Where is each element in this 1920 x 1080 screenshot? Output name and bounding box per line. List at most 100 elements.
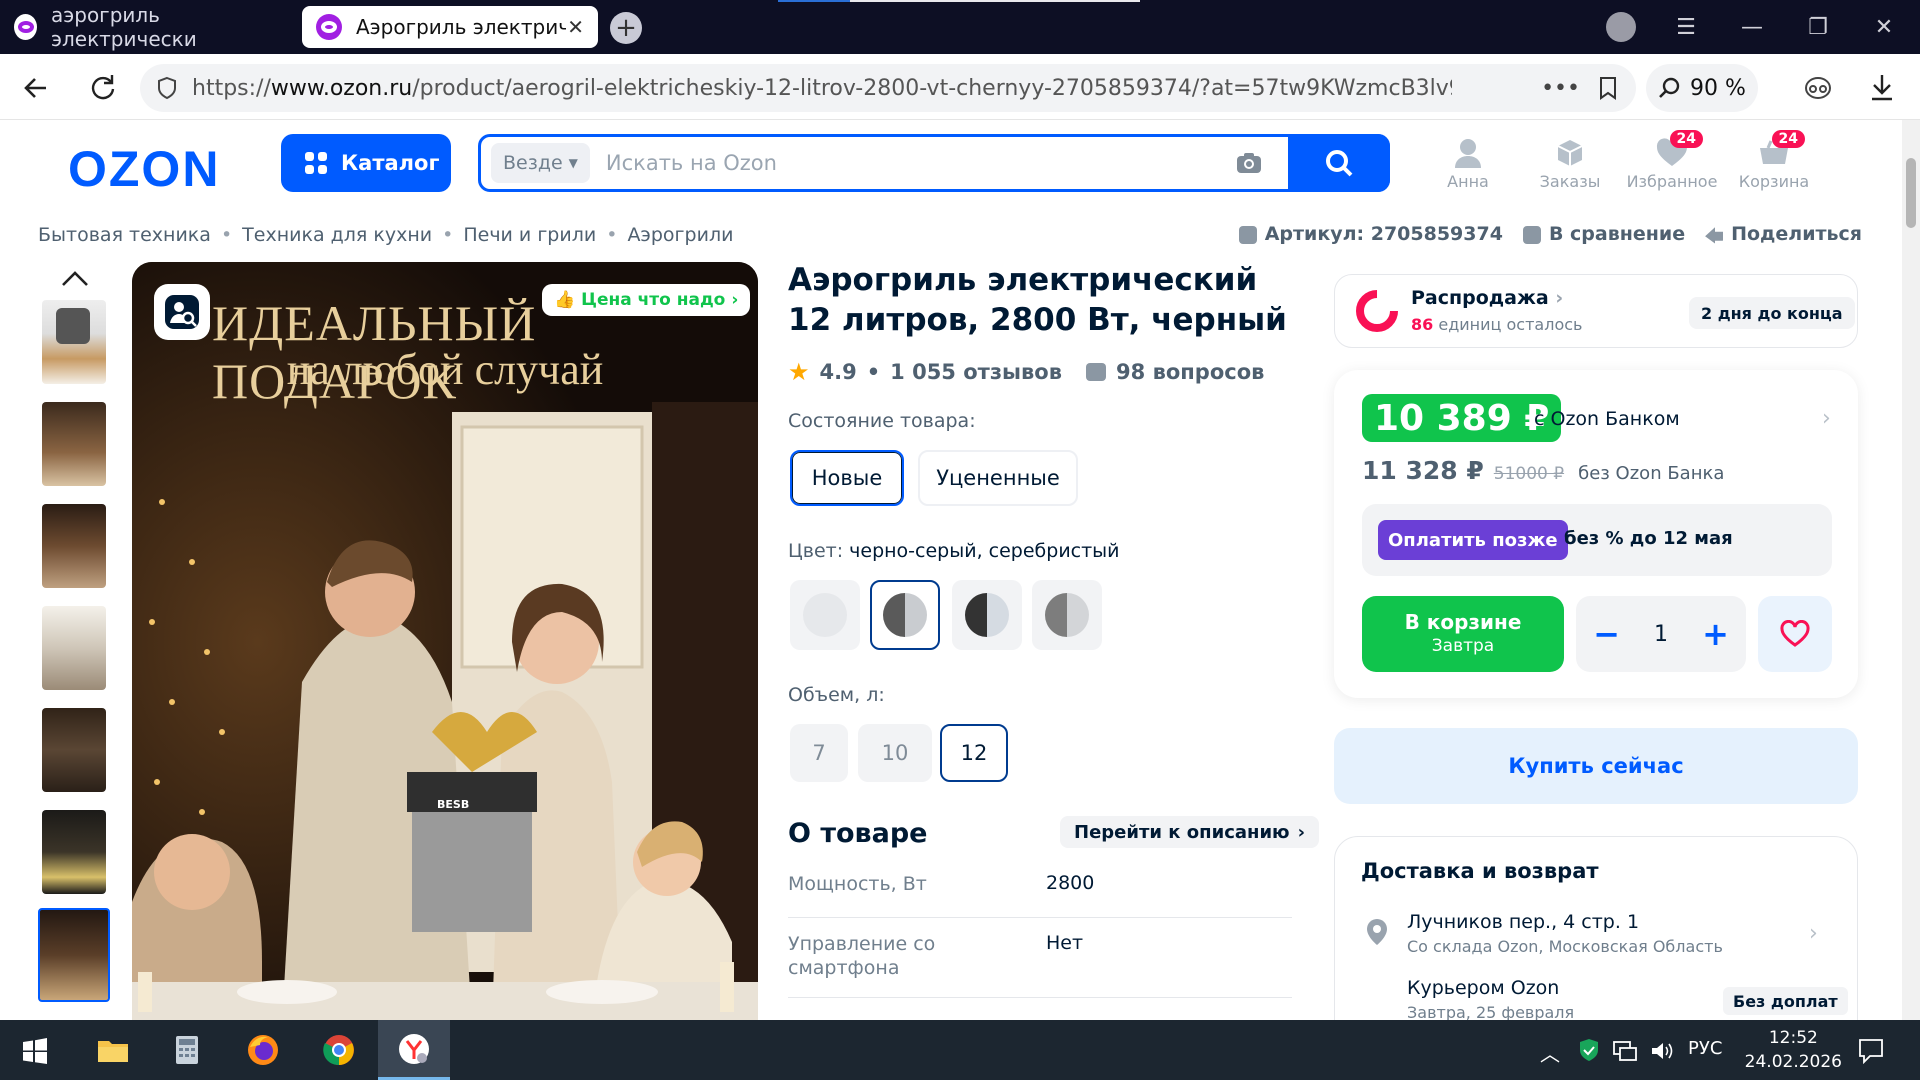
- volume-option-12-selected[interactable]: 12: [940, 724, 1008, 782]
- ozon-logo[interactable]: OZON: [68, 140, 220, 198]
- url-field[interactable]: https://www.ozon.ru/product/aerogril-ele…: [140, 64, 1636, 112]
- product-title: Аэрогриль электрический 12 литров, 2800 …: [788, 262, 1287, 338]
- chevron-right-icon[interactable]: ›: [1809, 921, 1818, 946]
- windows-start-icon[interactable]: [22, 1038, 48, 1064]
- gallery-thumbnail-1[interactable]: [42, 300, 106, 384]
- color-swatch-2-selected[interactable]: [870, 580, 940, 650]
- camera-icon[interactable]: [1235, 151, 1263, 175]
- pay-later-button[interactable]: Оплатить позже: [1378, 520, 1568, 560]
- nav-favorites[interactable]: 24 Избранное: [1622, 130, 1722, 191]
- bookmark-icon[interactable]: [1598, 76, 1618, 100]
- zoom-indicator[interactable]: 90 %: [1646, 64, 1758, 112]
- catalog-button[interactable]: Каталог: [281, 134, 451, 192]
- volume-label: Объем, л:: [788, 684, 885, 706]
- swatch-color: [1045, 593, 1089, 637]
- taskbar-chrome[interactable]: [304, 1020, 374, 1080]
- input-language[interactable]: РУС: [1688, 1038, 1722, 1059]
- reviews-link[interactable]: 1 055 отзывов: [890, 360, 1062, 384]
- pay-later-row[interactable]: Оплатить позже без % до 12 мая: [1362, 504, 1832, 576]
- security-shield-icon[interactable]: [1578, 1038, 1600, 1062]
- breadcrumb-item[interactable]: Печи и грили: [463, 224, 596, 246]
- thumbs-up-chevron-icon[interactable]: [60, 264, 90, 294]
- delivery-address[interactable]: Лучников пер., 4 стр. 1: [1407, 911, 1639, 933]
- download-icon[interactable]: [1868, 72, 1896, 102]
- vpn-icon[interactable]: [1802, 74, 1834, 102]
- spec-value: Нет: [1046, 932, 1084, 954]
- article-number[interactable]: Артикул: 2705859374: [1238, 223, 1503, 245]
- color-swatch-4[interactable]: [1032, 580, 1102, 650]
- courier-option[interactable]: Курьером Ozon: [1407, 977, 1559, 999]
- volume-option-10[interactable]: 10: [858, 724, 932, 782]
- more-options-icon[interactable]: •••: [1541, 76, 1580, 101]
- color-swatch-3[interactable]: [952, 580, 1022, 650]
- folder-icon: [98, 1041, 128, 1062]
- breadcrumb-item[interactable]: Техника для кухни: [242, 224, 432, 246]
- old-price: 51000 ₽: [1493, 464, 1565, 484]
- good-price-tag[interactable]: 👍 Цена что надо ›: [542, 284, 751, 316]
- chevron-right-icon[interactable]: ›: [1822, 406, 1831, 431]
- page-scrollbar[interactable]: [1902, 120, 1920, 1020]
- plus-icon[interactable]: +: [1702, 615, 1729, 653]
- condition-option-new[interactable]: Новые: [790, 450, 904, 506]
- reload-icon[interactable]: [88, 72, 118, 102]
- volume-option-7[interactable]: 7: [790, 724, 848, 782]
- new-tab-button[interactable]: +: [610, 12, 642, 44]
- zoom-level: 90 %: [1690, 75, 1746, 101]
- gallery-thumbnail-2[interactable]: [42, 402, 106, 486]
- notifications-icon[interactable]: [1858, 1038, 1884, 1064]
- close-window-icon[interactable]: ✕: [1864, 10, 1904, 44]
- share-button[interactable]: Поделиться: [1705, 223, 1862, 245]
- close-tab-icon[interactable]: ✕: [567, 15, 584, 39]
- taskbar-firefox[interactable]: [228, 1020, 298, 1080]
- cart-count-badge: 24: [1771, 130, 1805, 148]
- browser-tab-2-active[interactable]: Аэрогриль электричес ✕: [302, 6, 598, 48]
- add-to-favorites-button[interactable]: [1758, 596, 1832, 672]
- chevron-up-icon[interactable]: ︿: [1540, 1038, 1560, 1067]
- breadcrumb: Бытовая техника • Техника для кухни • Печи…: [38, 224, 733, 246]
- browser-tab-1[interactable]: аэрогриль электрически: [0, 3, 296, 51]
- breadcrumb-item[interactable]: Аэрогрили: [627, 224, 733, 246]
- questions-link[interactable]: 98 вопросов: [1116, 360, 1264, 384]
- taskbar-clock[interactable]: 12:52 24.02.2026: [1745, 1026, 1842, 1074]
- product-main-image[interactable]: ИДЕАЛЬНЫЙ ПОДАРОК на любой случай BESB 👍…: [132, 262, 758, 1020]
- nav-profile[interactable]: Анна: [1418, 138, 1518, 191]
- search-input[interactable]: Искать на Ozon: [606, 151, 1235, 175]
- taskbar-file-explorer[interactable]: [78, 1020, 148, 1080]
- image-search-button[interactable]: [154, 284, 210, 340]
- restore-icon[interactable]: ❐: [1798, 10, 1838, 44]
- go-to-description-button[interactable]: Перейти к описанию ›: [1060, 816, 1319, 848]
- profile-avatar-icon[interactable]: [1606, 12, 1636, 42]
- minimize-icon[interactable]: —: [1732, 10, 1772, 44]
- taskbar-calculator[interactable]: [152, 1020, 222, 1080]
- gallery-thumbnail-3[interactable]: [42, 504, 106, 588]
- volume-icon[interactable]: [1650, 1040, 1674, 1062]
- gallery-thumbnail-4[interactable]: [42, 606, 106, 690]
- network-icon[interactable]: [1612, 1040, 1638, 1062]
- color-swatch-1[interactable]: [790, 580, 860, 650]
- buy-now-button[interactable]: Купить сейчас: [1334, 728, 1858, 804]
- sale-logo-icon: [1356, 290, 1398, 332]
- breadcrumb-item[interactable]: Бытовая техника: [38, 224, 211, 246]
- sale-banner[interactable]: Распродажа › 86 единиц осталось 2 дня до…: [1334, 274, 1858, 348]
- in-cart-button[interactable]: В корзине Завтра: [1362, 596, 1564, 672]
- taskbar-yandex-browser[interactable]: [378, 1020, 450, 1080]
- condition-option-discounted[interactable]: Уцененные: [918, 450, 1078, 506]
- compare-button[interactable]: В сравнение: [1522, 223, 1685, 245]
- minus-icon[interactable]: −: [1593, 615, 1620, 653]
- gallery-thumbnail-6[interactable]: [42, 810, 106, 894]
- heart-outline-icon: [1780, 620, 1810, 647]
- regular-price-row: 11 328 ₽ 51000 ₽ без Ozon Банка: [1362, 456, 1724, 485]
- nav-orders[interactable]: Заказы: [1520, 138, 1620, 191]
- nav-cart[interactable]: 24 Корзина: [1724, 130, 1824, 191]
- gallery-thumbnail-5[interactable]: [42, 708, 106, 792]
- search-scope-select[interactable]: Везде ▼: [491, 143, 590, 183]
- search-button[interactable]: [1288, 134, 1390, 192]
- thumbs-up-icon: 👍: [554, 290, 576, 310]
- url-host: www.ozon.ru: [270, 75, 413, 101]
- back-arrow-icon[interactable]: [22, 74, 50, 102]
- copy-icon: [1238, 225, 1257, 244]
- menu-icon[interactable]: ☰: [1666, 10, 1706, 44]
- scrollbar-thumb[interactable]: [1906, 158, 1916, 228]
- gallery-thumbnail-7-selected[interactable]: [38, 908, 110, 1002]
- ozon-bank-price: 10 389 ₽: [1362, 394, 1562, 442]
